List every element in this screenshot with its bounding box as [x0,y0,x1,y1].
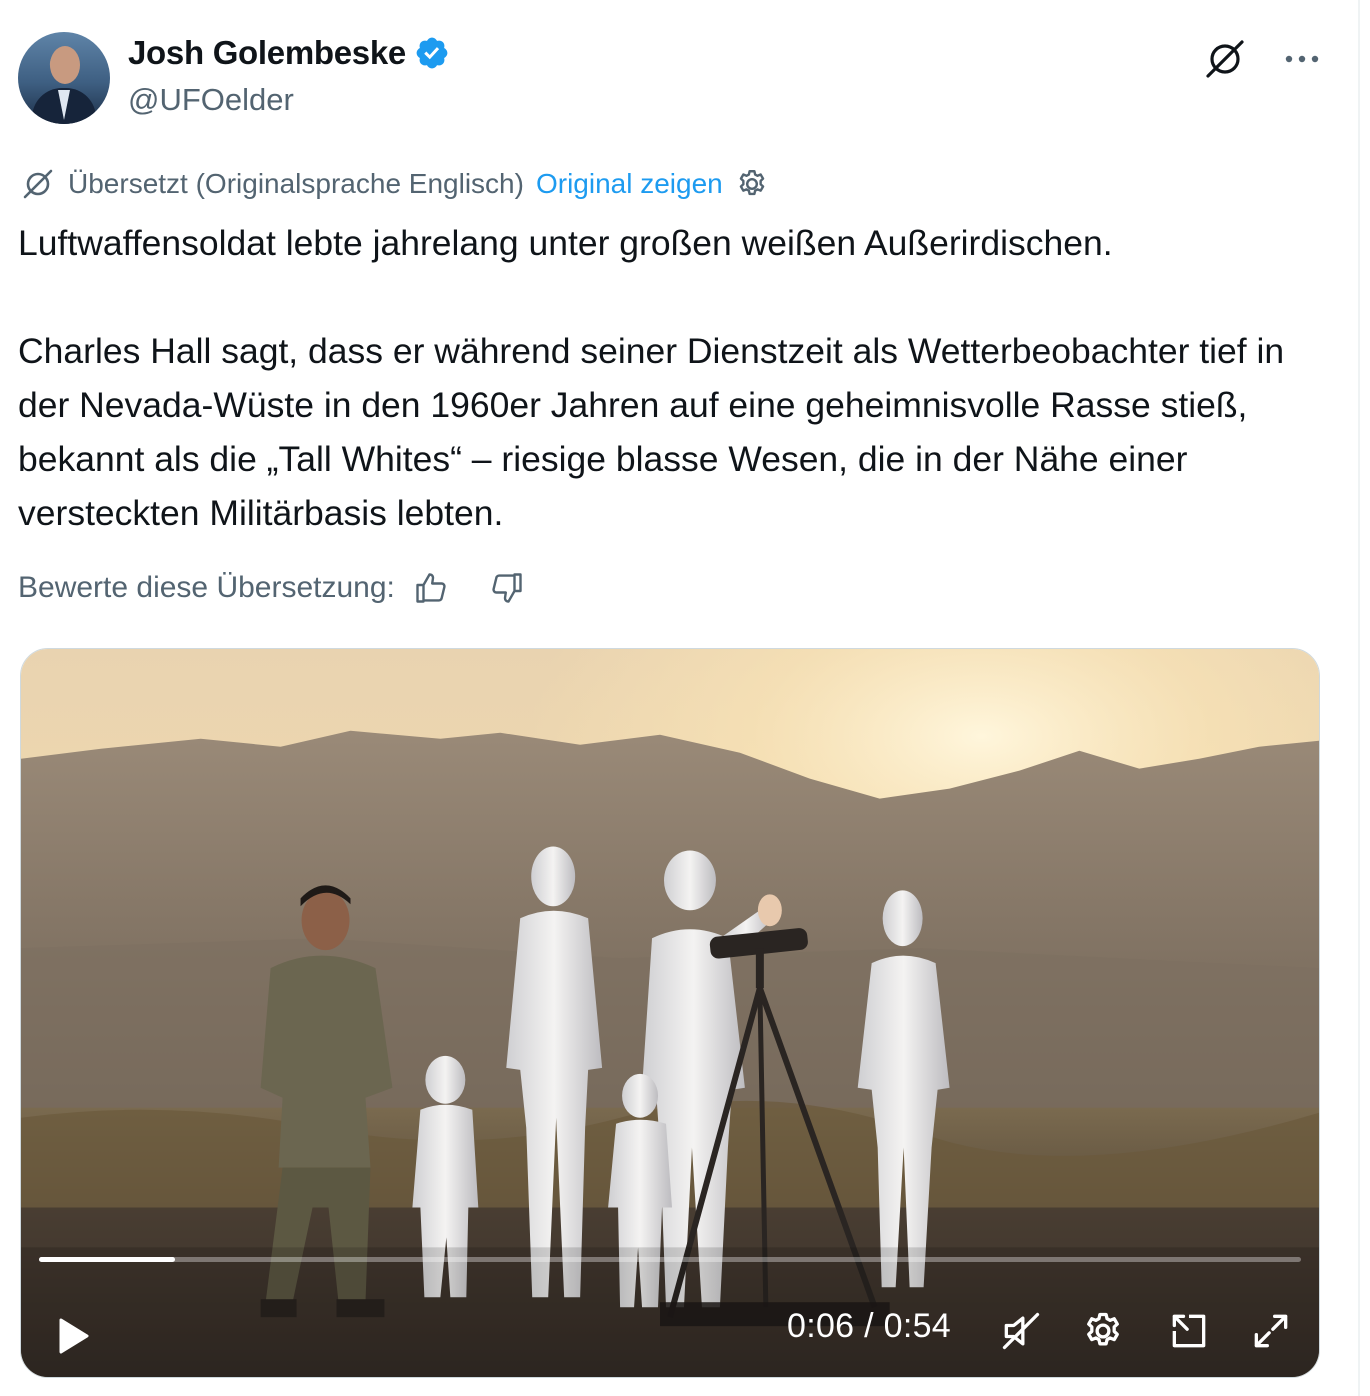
gear-icon[interactable] [735,167,769,201]
picture-in-picture-icon[interactable] [1167,1309,1211,1353]
translation-bar: Übersetzt (Originalsprache Englisch) Ori… [20,166,769,202]
show-original-link[interactable]: Original zeigen [536,168,723,200]
muted-speaker-icon[interactable] [999,1309,1043,1353]
thumbs-down-icon[interactable] [489,570,525,606]
video-time: 0:06 / 0:54 [787,1307,951,1345]
rate-translation-label: Bewerte diese Übersetzung: [18,571,395,604]
tweet-text-paragraph2: Charles Hall sagt, dass er während seine… [18,331,1285,533]
author-name-row[interactable]: Josh Golembeske [128,34,450,72]
settings-gear-icon[interactable] [1081,1309,1125,1353]
verified-badge-icon [416,37,448,69]
tweet-text-line1: Luftwaffensoldat lebte jahrelang unter g… [18,223,1113,263]
translation-status: Übersetzt (Originalsprache Englisch) [68,168,524,199]
video-progress-bar[interactable] [39,1257,1301,1262]
tweet-text: Luftwaffensoldat lebte jahrelang unter g… [18,216,1318,540]
grok-translate-icon [23,169,53,199]
play-icon[interactable] [57,1317,91,1355]
grok-icon[interactable] [1202,36,1248,82]
thumbs-up-icon[interactable] [413,570,449,606]
video-frame[interactable] [21,649,1319,1377]
video-player[interactable]: 0:06 / 0:54 [20,648,1320,1378]
more-options-icon[interactable] [1284,53,1320,65]
video-progress-fill [39,1257,176,1262]
rate-translation: Bewerte diese Übersetzung: [18,570,525,606]
author-handle[interactable]: @UFOelder [128,82,294,118]
timeline-border [1358,0,1360,1396]
tweet-header-actions [1202,36,1320,82]
video-controls: 0:06 / 0:54 [21,1289,1319,1369]
avatar[interactable] [18,32,110,124]
author-display-name[interactable]: Josh Golembeske [128,34,406,72]
fullscreen-icon[interactable] [1249,1309,1293,1353]
